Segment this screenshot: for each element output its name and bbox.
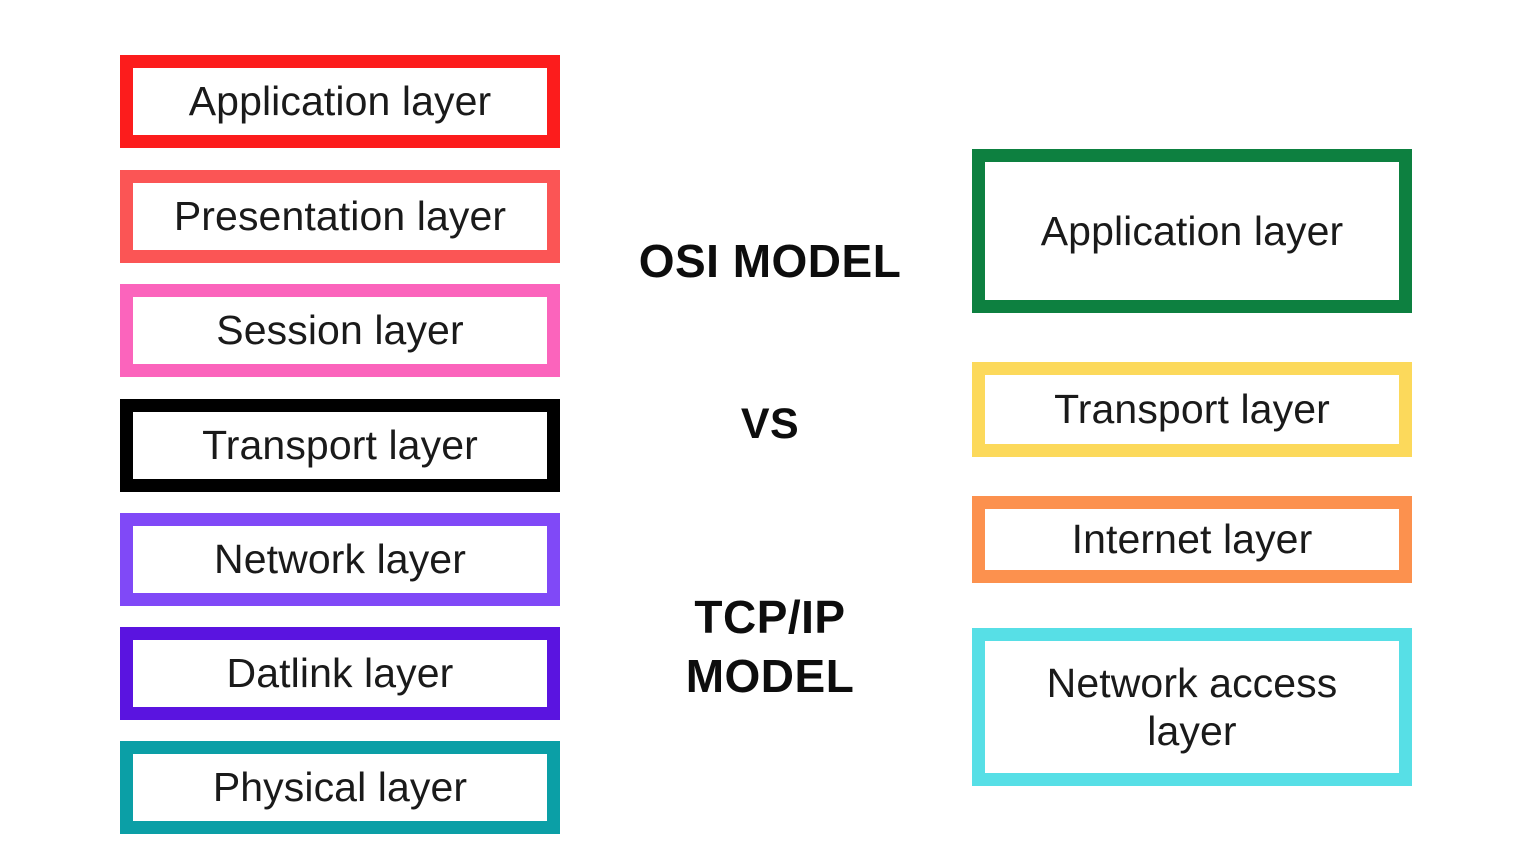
tcpip-layer-network-access[interactable]: Network access layer bbox=[972, 628, 1412, 786]
osi-layer-presentation[interactable]: Presentation layer bbox=[120, 170, 560, 263]
osi-layer-datalink[interactable]: Datlink layer bbox=[120, 627, 560, 720]
osi-layer-network-label: Network layer bbox=[214, 536, 466, 583]
osi-layer-transport-label: Transport layer bbox=[202, 422, 478, 469]
diagram-canvas: Application layer Presentation layer Ses… bbox=[0, 0, 1536, 864]
osi-layer-application[interactable]: Application layer bbox=[120, 55, 560, 148]
tcpip-model-title: TCP/IP MODEL bbox=[685, 591, 855, 702]
osi-layer-datalink-label: Datlink layer bbox=[226, 650, 454, 697]
osi-model-title: OSI MODEL bbox=[638, 235, 902, 287]
osi-layer-session[interactable]: Session layer bbox=[120, 284, 560, 377]
osi-layer-network[interactable]: Network layer bbox=[120, 513, 560, 606]
tcpip-layer-internet-label: Internet layer bbox=[1071, 516, 1313, 563]
tcpip-layer-transport[interactable]: Transport layer bbox=[972, 362, 1412, 457]
osi-layer-physical[interactable]: Physical layer bbox=[120, 741, 560, 834]
osi-layer-physical-label: Physical layer bbox=[212, 764, 468, 811]
tcpip-layer-network-access-label: Network access layer bbox=[1046, 659, 1338, 754]
tcpip-layer-application-label: Application layer bbox=[1040, 207, 1344, 254]
osi-layer-transport[interactable]: Transport layer bbox=[120, 399, 560, 492]
tcpip-layer-application[interactable]: Application layer bbox=[972, 149, 1412, 313]
osi-layer-presentation-label: Presentation layer bbox=[173, 193, 507, 240]
tcpip-layer-internet[interactable]: Internet layer bbox=[972, 496, 1412, 583]
osi-layer-session-label: Session layer bbox=[216, 307, 464, 354]
versus-label: VS bbox=[740, 400, 800, 448]
tcpip-layer-transport-label: Transport layer bbox=[1054, 386, 1330, 433]
osi-layer-application-label: Application layer bbox=[188, 78, 492, 125]
